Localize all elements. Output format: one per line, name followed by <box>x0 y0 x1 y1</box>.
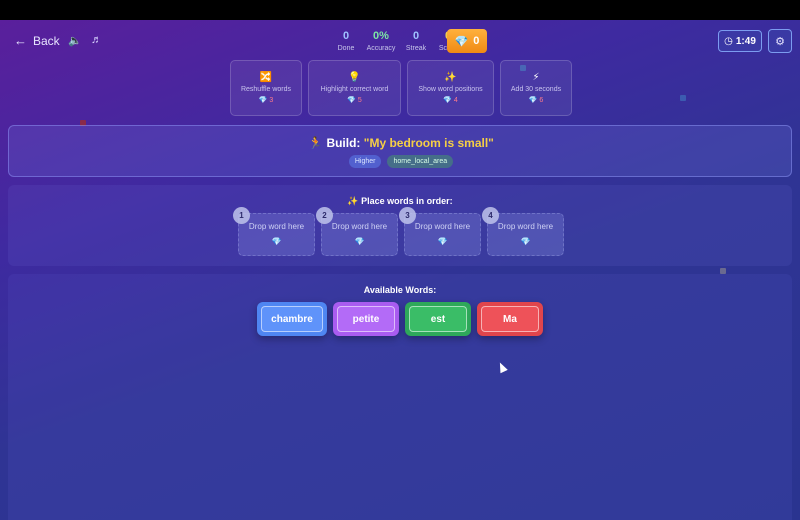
powerup-cost: 💎 6 <box>528 97 544 104</box>
settings-button[interactable]: ⚙ <box>768 29 792 53</box>
gem-icon: 💎 <box>520 237 531 246</box>
clock-icon: ◷ <box>724 35 733 47</box>
build-title: 🏃 Build: "My bedroom is small" <box>9 136 793 150</box>
stat-value: 0 <box>412 30 420 42</box>
timer-value: 1:49 <box>735 35 756 47</box>
slot-number: 4 <box>482 207 499 224</box>
tags-row: Higher home_local_area <box>9 155 793 168</box>
stat-done: 0 Done <box>334 30 358 52</box>
powerup-label: Show word positions <box>418 86 483 93</box>
order-panel: ✨ Place words in order: 1 Drop word here… <box>8 185 792 266</box>
powerup-cost: 💎 3 <box>258 97 274 104</box>
stat-value: 0 <box>342 30 350 42</box>
lightbulb-icon: 💡 <box>348 72 361 83</box>
music-icon[interactable]: ♬ <box>91 34 102 46</box>
stat-value: 0% <box>373 30 389 42</box>
drop-slot[interactable]: 2 Drop word here 💎 <box>316 207 398 256</box>
drop-slot[interactable]: 3 Drop word here 💎 <box>399 207 481 256</box>
word-chip-label: est <box>409 306 467 332</box>
word-chip-label: petite <box>337 306 395 332</box>
word-chip[interactable]: chambre <box>257 302 327 336</box>
stats-bar: 0 Done 0% Accuracy 0 Streak 0 Score <box>334 30 460 52</box>
slot-placeholder: Drop word here <box>497 222 554 231</box>
drop-slot[interactable]: 4 Drop word here 💎 <box>482 207 564 256</box>
powerup-label: Add 30 seconds <box>510 86 562 93</box>
slot-placeholder: Drop word here <box>331 222 388 231</box>
powerup-reshuffle[interactable]: 🔀 Reshuffle words 💎 3 <box>230 60 302 116</box>
target-sentence: "My bedroom is small" <box>363 136 494 150</box>
powerup-cost: 💎 5 <box>347 97 362 104</box>
slot-number: 2 <box>316 207 333 224</box>
shuffle-icon: 🔀 <box>259 72 273 83</box>
order-title-text: Place words in order: <box>361 196 453 206</box>
word-chips: chambre petite est Ma <box>257 302 543 336</box>
stat-label: Streak <box>405 45 427 52</box>
level-badge: Higher <box>348 155 382 168</box>
stat-accuracy: 0% Accuracy <box>366 30 396 52</box>
words-title: Available Words: <box>363 285 437 295</box>
slot-number: 1 <box>233 207 250 224</box>
powerup-cost: 💎 4 <box>443 97 458 104</box>
gem-icon: 💎 <box>271 237 282 246</box>
powerup-label: Reshuffle words <box>240 86 292 93</box>
powerup-highlight[interactable]: 💡 Highlight correct word 💎 5 <box>308 60 401 116</box>
stat-label: Accuracy <box>366 45 396 52</box>
word-chip-label: chambre <box>261 306 323 332</box>
word-chip[interactable]: est <box>405 302 471 336</box>
gem-icon: 💎 <box>454 35 469 48</box>
powerups-row: 🔀 Reshuffle words 💎 3 💡 Highlight correc… <box>230 60 572 116</box>
gems-count: 0 <box>473 35 480 47</box>
word-chip-label: Ma <box>481 306 539 332</box>
powerup-positions[interactable]: ✨ Show word positions 💎 4 <box>407 60 494 116</box>
stat-label: Done <box>337 45 355 52</box>
game-stage: ← Back 🔈 ♬ 0 Done 0% Accuracy 0 Streak 0… <box>0 20 800 520</box>
decor-square <box>680 95 686 101</box>
slot-placeholder: Drop word here <box>248 222 305 231</box>
back-label: Back <box>33 33 60 48</box>
drop-slot[interactable]: 1 Drop word here 💎 <box>233 207 315 256</box>
gear-icon: ⚙ <box>775 35 785 48</box>
arrow-left-icon: ← <box>14 33 27 48</box>
topic-badge: home_local_area <box>387 155 454 168</box>
build-panel: 🏃 Build: "My bedroom is small" Higher ho… <box>8 125 792 177</box>
build-prefix: Build: <box>326 136 364 150</box>
gem-icon: 💎 <box>354 237 365 246</box>
words-panel: Available Words: chambre petite est Ma <box>8 274 792 520</box>
drop-slots: 1 Drop word here 💎 2 Drop word here 💎 3 … <box>233 207 564 256</box>
top-bar: ← Back 🔈 ♬ 0 Done 0% Accuracy 0 Streak 0… <box>0 20 800 62</box>
slot-number: 3 <box>399 207 416 224</box>
gems-button[interactable]: 💎 0 <box>447 29 487 53</box>
order-title: ✨ Place words in order: <box>8 196 792 207</box>
word-chip[interactable]: petite <box>333 302 399 336</box>
stat-streak: 0 Streak <box>404 30 428 52</box>
word-chip[interactable]: Ma <box>477 302 543 336</box>
sparkles-icon: ✨ <box>347 196 359 206</box>
gem-icon: 💎 <box>437 237 448 246</box>
sparkles-icon: ✨ <box>444 72 457 83</box>
timer: ◷ 1:49 <box>718 30 762 52</box>
powerup-label: Highlight correct word <box>320 86 389 93</box>
back-button[interactable]: ← Back <box>14 33 60 48</box>
runner-icon: 🏃 <box>308 136 324 150</box>
slot-placeholder: Drop word here <box>414 222 471 231</box>
powerup-add-time[interactable]: ⚡ Add 30 seconds 💎 6 <box>500 60 572 116</box>
speaker-icon[interactable]: 🔈 <box>68 34 82 47</box>
lightning-icon: ⚡ <box>532 72 540 83</box>
